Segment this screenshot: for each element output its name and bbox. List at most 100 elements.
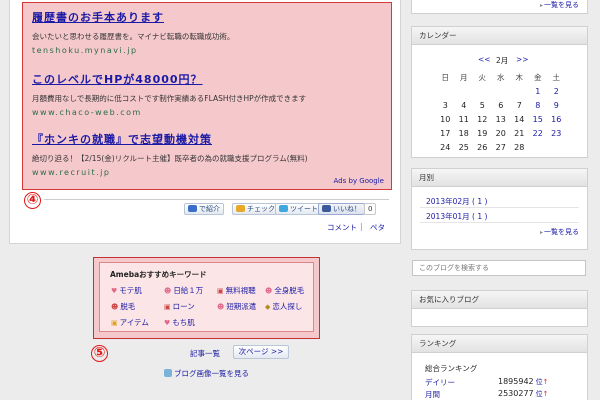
keyword-link[interactable]: ☻ 短期派遣 [217,301,256,312]
calendar-empty-cell [436,85,455,99]
calendar-week: 24 25 26 27 28 [436,141,566,155]
video-icon: ▣ [217,287,224,295]
calendar-empty-cell [455,85,474,99]
favorite-blogs-box: お気に入りブログ [411,290,588,327]
ads-by-google-box: 履歴書のお手本あります 会いたいと思わせる履歴書を。マイナビ転職の転職成功術。 … [22,2,392,190]
person-icon: ☻ [217,303,225,311]
ads-by-google-link[interactable]: Ads by Google [334,177,384,185]
ad-description: 月額費用なしで長期的に低コストです制作実績あるFLASH付きHPが作成できます [32,94,307,103]
current-month: 2月 [496,56,509,65]
monthly-archive-box: 月別 2013年02月 ( 1 ) 2013年01月 ( 1 ) ▸一覧を見る [411,168,588,250]
trend-up-icon: ↑ [542,378,549,386]
arrow-right-icon: ▸ [539,2,543,9]
pe-link[interactable]: ペタ [370,222,385,233]
calendar-day[interactable]: 8 [529,99,548,113]
calendar-day: 4 [461,101,467,110]
prev-month-link[interactable]: << [478,55,491,64]
ad-title-link[interactable]: このレベルでHPが48000円？ [32,71,382,87]
blog-search-input[interactable]: このブログを検索する [412,260,586,276]
blog-image-list-link[interactable]: ブログ画像一覧を見る [164,368,249,379]
heart-icon: ♥ [164,319,171,327]
keyword-link[interactable]: ☻ 脱毛 [111,301,135,312]
facebook-like-button[interactable]: いいね！ [318,203,365,215]
daily-ranking-link[interactable]: デイリー [425,377,455,388]
keyword-link[interactable]: ☻ 日給１万 [164,285,203,296]
keyword-link[interactable]: ☻ 全身脱毛 [265,285,304,296]
calendar-day[interactable]: 22 [529,127,548,141]
divider [44,199,389,200]
leaf-icon: ◆ [265,303,271,311]
ad-item: このレベルでHPが48000円？ 月額費用なしで長期的に低コストです制作実績ある… [32,71,382,117]
calendar-day: 24 [440,143,451,152]
calendar-day: 21 [514,129,525,138]
tweet-button[interactable]: ツイート [275,203,322,215]
ad-url[interactable]: www.chaco-web.com [32,108,382,117]
calendar-day[interactable]: 2 [547,85,566,99]
archive-month-link[interactable]: 2013年02月 ( 1 ) [426,196,487,207]
overall-ranking-label: 総合ランキング [425,364,478,373]
comment-link[interactable]: コメント [327,222,357,233]
keywords-title: Amebaおすすめキーワード [110,270,207,279]
calendar-day: 26 [477,143,488,152]
calendar-day: 6 [498,101,504,110]
ameba-keywords-box: Amebaおすすめキーワード ♥ モテ肌 ☻ 日給１万 ▣ 無料視聴 ☻ 全身脱毛 ☻ 脱… [93,257,320,339]
calendar-day: 13 [495,115,506,124]
keyword-link[interactable]: ▣ ローン [164,301,195,312]
person-icon: ☻ [164,287,172,295]
calendar-day: 10 [440,115,451,124]
weekday-header: 日 [441,73,450,82]
article-list-link[interactable]: 記事一覧 [190,348,220,359]
person-icon: ☻ [111,303,119,311]
keyword-link[interactable]: ♥ モテ肌 [111,285,142,296]
intro-share-button[interactable]: で紹介 [184,203,224,215]
keyword-link[interactable]: ♥ もち肌 [164,317,195,328]
twitter-icon [279,205,288,212]
weekday-header: 金 [534,73,542,82]
keyword-link[interactable]: ◆ 恋人探し [265,301,302,312]
calendar-day[interactable]: 1 [529,85,548,99]
see-all-link[interactable]: ▸一覧を見る [540,0,579,10]
divider [420,207,579,208]
calendar-heading: カレンダー [412,27,587,45]
calendar-day: 19 [477,129,488,138]
next-page-button[interactable]: 次ページ >> [233,345,289,359]
check-share-button[interactable]: チェック [232,203,279,215]
eye-icon [188,205,197,212]
see-all-link[interactable]: ▸一覧を見る [540,227,579,237]
ad-description: 会いたいと思わせる履歴書を。マイナビ転職の転職成功術。 [32,32,235,41]
calendar-day[interactable]: 23 [547,127,566,141]
monthly-ranking-value: 2530277 位↑ [498,389,549,398]
ad-title-link[interactable]: 履歴書のお手本あります [32,9,382,25]
keyword-link[interactable]: ▣ アイテム [111,317,149,328]
person-icon: ☻ [265,287,273,295]
heart-icon: ♥ [111,287,118,295]
calendar-day[interactable]: 15 [529,113,548,127]
calendar-day: 17 [440,129,451,138]
sidebar-top-box: ▸一覧を見る [411,0,588,14]
favorites-heading: お気に入りブログ [412,291,587,309]
calendar-day: 12 [477,115,488,124]
ad-url[interactable]: www.recruit.jp [32,168,382,177]
calendar-empty-cell [547,141,566,155]
calendar-box: カレンダー << 2月 >> 日月火水木金土 1 2 3 4 5 6 7 8 9 10 11 12 13 1… [411,26,588,158]
keyword-link[interactable]: ▣ 無料視聴 [217,285,256,296]
calendar-week: 17 18 19 20 21 22 23 [436,127,566,141]
keywords-inner-panel: Amebaおすすめキーワード ♥ モテ肌 ☻ 日給１万 ▣ 無料視聴 ☻ 全身脱毛 ☻ 脱… [99,262,314,332]
link-separator: | [360,222,363,231]
calendar-day[interactable]: 16 [547,113,566,127]
image-icon [164,369,172,377]
calendar-day: 20 [495,129,506,138]
calendar-day: 25 [458,143,469,152]
ad-title-link[interactable]: 『ホンキの就職』で志望動機対策 [32,131,382,147]
monthly-ranking-link[interactable]: 月間 [425,389,440,400]
archive-month-link[interactable]: 2013年01月 ( 1 ) [426,211,487,222]
next-month-link[interactable]: >> [516,55,529,64]
weekday-header: 火 [478,73,487,82]
calendar-day[interactable]: 9 [547,99,566,113]
ranking-box: ランキング 総合ランキング デイリー 1895942 位↑ 月間 2530277 位… [411,334,588,400]
calendar-empty-cell [529,141,548,155]
ad-url[interactable]: tenshoku.mynavi.jp [32,46,382,55]
calendar-day: 27 [495,143,506,152]
calendar-day: 3 [442,101,448,110]
calendar-day: 7 [516,101,522,110]
